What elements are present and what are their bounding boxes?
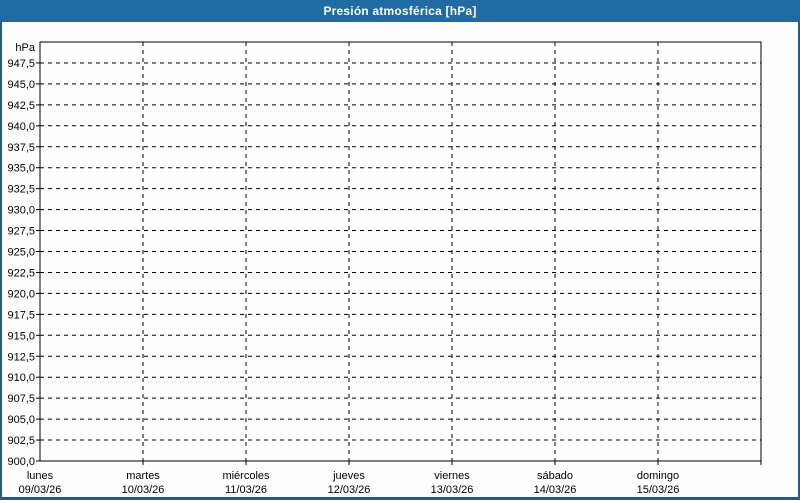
x-day-label: martes: [126, 470, 160, 482]
pressure-chart-canvas: hPa 947,5 945,0 942,5 940,0 937,5 935,0 932,5 93…: [7, 41, 762, 496]
x-day-label: sábado: [537, 470, 573, 482]
x-date-label: 10/03/26: [122, 484, 165, 496]
x-date-label: 13/03/26: [431, 484, 474, 496]
y-tick-label: 907,5: [7, 393, 35, 405]
y-tick-label: 942,5: [7, 100, 35, 112]
y-tick-label: 925,0: [7, 247, 35, 259]
x-day-label: viernes: [434, 470, 470, 482]
x-day-label: domingo: [637, 470, 679, 482]
y-tick-label: 937,5: [7, 142, 35, 154]
y-tick-label: 920,0: [7, 288, 35, 300]
x-date-label: 15/03/26: [637, 484, 680, 496]
y-tick-label: 930,0: [7, 205, 35, 217]
chart-title: Presión atmosférica [hPa]: [323, 4, 477, 18]
y-tick-label: 910,0: [7, 372, 35, 384]
y-tick-label: 900,0: [7, 456, 35, 468]
x-day-label: lunes: [27, 470, 54, 482]
y-tick-label: 935,0: [7, 163, 35, 175]
title-bar: Presión atmosférica [hPa]: [0, 0, 800, 22]
y-tick-label: 912,5: [7, 351, 35, 363]
y-tick-label: 915,0: [7, 330, 35, 342]
y-tick-label: 940,0: [7, 121, 35, 133]
x-date-label: 12/03/26: [328, 484, 371, 496]
y-unit-label: hPa: [15, 42, 35, 54]
y-tick-label: 905,0: [7, 414, 35, 426]
y-tick-label: 932,5: [7, 184, 35, 196]
x-day-label: miércoles: [222, 470, 270, 482]
x-date-label: 14/03/26: [534, 484, 577, 496]
y-tick-label: 902,5: [7, 435, 35, 447]
y-tick-label: 945,0: [7, 79, 35, 91]
y-tick-label: 927,5: [7, 226, 35, 238]
y-tick-label: 922,5: [7, 267, 35, 279]
pressure-chart-window: Presión atmosférica [hPa] hPa 947,5 945,0 9…: [0, 0, 800, 500]
y-tick-label: 947,5: [7, 58, 35, 70]
x-day-label: jueves: [332, 470, 365, 482]
chart-body: hPa 947,5 945,0 942,5 940,0 937,5 935,0 932,5 93…: [0, 22, 800, 500]
x-date-label: 11/03/26: [225, 484, 267, 496]
x-date-label: 09/03/26: [19, 484, 62, 496]
y-tick-label: 917,5: [7, 309, 35, 321]
